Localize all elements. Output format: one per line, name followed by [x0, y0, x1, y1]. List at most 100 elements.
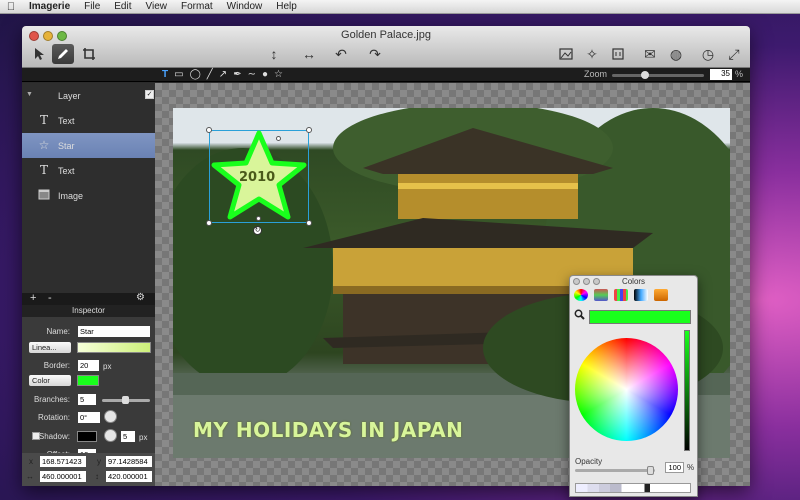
zoom-unit: % [735, 69, 744, 79]
y-label: y [97, 457, 101, 466]
resize-handle-bottom[interactable] [256, 216, 261, 221]
fill-mode-popup[interactable]: Linea... [29, 342, 71, 353]
opacity-slider-knob[interactable] [647, 466, 654, 475]
shadow-color-swatch[interactable] [77, 431, 97, 442]
brightness-slider[interactable] [684, 330, 690, 451]
remove-layer-button[interactable]: - [48, 292, 52, 304]
zoom-slider-knob[interactable] [641, 71, 650, 79]
rectangle-shape-icon[interactable]: ▭ [174, 68, 183, 82]
current-color-well[interactable] [589, 310, 691, 324]
layer-item-label: Text [58, 166, 75, 176]
layer-item-text-1[interactable]: T Text [22, 108, 155, 133]
pen-shape-icon[interactable]: ✒ [233, 68, 241, 82]
rotate-left-icon[interactable]: ↶ [330, 44, 352, 64]
arrow-shape-icon[interactable]: ↗ [219, 68, 227, 82]
menu-window[interactable]: Window [220, 1, 270, 12]
layer-options-gear-icon[interactable]: ⚙ [136, 292, 145, 303]
resize-handle-top-left[interactable] [206, 127, 212, 133]
menu-edit[interactable]: Edit [107, 1, 138, 12]
apple-menu-icon[interactable]:  [0, 1, 22, 13]
x-field[interactable]: 168.571423 [40, 456, 86, 467]
text-shape-icon[interactable]: T [162, 68, 168, 82]
ellipse-shape-icon[interactable]: ◯ [190, 68, 201, 82]
disclosure-triangle-icon[interactable]: ▼ [26, 91, 33, 98]
border-color-swatch[interactable] [77, 375, 99, 386]
shape-control-point[interactable] [276, 136, 281, 141]
text-icon: T [39, 113, 48, 127]
name-field[interactable]: Star [78, 326, 150, 337]
menu-view[interactable]: View [139, 1, 175, 12]
colors-panel: Colors Opacity 100 % [569, 275, 698, 497]
opacity-label: Opacity [575, 457, 603, 466]
zoom-slider[interactable] [612, 71, 704, 79]
layer-item-image[interactable]: Image [22, 183, 155, 208]
menu-app[interactable]: Imagerie [22, 1, 77, 12]
border-unit: px [103, 362, 112, 371]
opacity-slider[interactable] [575, 466, 655, 475]
image-palettes-tab-icon[interactable] [634, 289, 648, 301]
opacity-field[interactable]: 100 [665, 462, 684, 473]
line-shape-icon[interactable]: ╱ [207, 68, 213, 82]
fill-gradient-swatch[interactable] [77, 342, 151, 353]
rotate-handle-icon[interactable]: ↻ [253, 226, 262, 235]
zoom-input[interactable]: 35 [710, 69, 732, 80]
layer-item-label: Text [58, 116, 75, 126]
freehand-shape-icon[interactable]: ∼ [248, 68, 256, 82]
flip-vertical-icon[interactable]: ↕ [264, 44, 284, 64]
color-wheel[interactable] [575, 338, 678, 441]
layer-item-label: Image [58, 191, 84, 201]
resize-handle-bottom-right[interactable] [306, 220, 312, 226]
image-adjust-icon[interactable] [556, 44, 576, 64]
menu-file[interactable]: File [77, 1, 107, 12]
border-width-field[interactable]: 20 [78, 360, 99, 371]
y-field[interactable]: 97.1428584 [106, 456, 152, 467]
rotation-dial[interactable] [104, 410, 117, 423]
menu-format[interactable]: Format [174, 1, 220, 12]
border-color-mode-popup[interactable]: Color [29, 375, 71, 386]
magic-wand-icon[interactable]: ✧ [582, 44, 602, 64]
star-shape-icon[interactable]: ☆ [274, 68, 283, 82]
layer-visibility-checkbox[interactable]: ✓ [145, 90, 154, 99]
resize-handle-top-right[interactable] [306, 127, 312, 133]
draw-tool-pencil-icon[interactable] [52, 44, 74, 64]
branches-field[interactable]: 5 [78, 394, 96, 405]
flip-horizontal-icon[interactable]: ↔ [298, 44, 320, 64]
fullscreen-icon[interactable]: ⤢ [724, 44, 744, 64]
zoom-label: Zoom [584, 69, 608, 79]
color-sliders-tab-icon[interactable] [594, 289, 608, 301]
crayons-tab-icon[interactable] [654, 289, 668, 301]
select-tool-arrow-icon[interactable] [28, 44, 50, 64]
resize-handle-bottom-left[interactable] [206, 220, 212, 226]
shadow-angle-dial[interactable] [104, 429, 117, 442]
width-field[interactable]: 460.000001 [40, 471, 86, 482]
caption-text[interactable]: MY HOLIDAYS IN JAPAN [193, 418, 463, 442]
branches-slider-knob[interactable] [122, 396, 129, 404]
history-icon[interactable]: ◷ [698, 44, 718, 64]
color-swatches[interactable] [575, 483, 691, 493]
layer-item-star[interactable]: ☆ Star [22, 133, 155, 158]
border-label: Border: [43, 361, 70, 370]
add-layer-button[interactable]: + [30, 292, 36, 304]
height-field[interactable]: 420.000001 [106, 471, 152, 482]
crop-tool-icon[interactable] [78, 44, 100, 64]
color-wheel-tab-icon[interactable] [574, 289, 588, 301]
menubar:  Imagerie File Edit View Format Window … [0, 0, 800, 14]
blur-shape-icon[interactable]: ● [262, 68, 268, 82]
color-palettes-tab-icon[interactable] [614, 289, 628, 301]
color-mode-tabs [574, 289, 668, 301]
menu-help[interactable]: Help [269, 1, 304, 12]
name-label: Name: [46, 327, 70, 336]
layer-item-text-2[interactable]: T Text [22, 158, 155, 183]
height-label: ↕ [95, 472, 99, 481]
rotation-field[interactable]: 0° [78, 412, 100, 423]
magnifier-icon[interactable] [574, 309, 585, 323]
star-text[interactable]: 2010 [239, 170, 275, 185]
rotate-right-icon[interactable]: ↷ [364, 44, 386, 64]
shadow-blur-field[interactable]: 5 [121, 431, 135, 442]
inspector-title: Inspector [22, 305, 155, 317]
titlebar: Golden Palace.jpg ↕ ↔ ↶ ↷ ✧ ✉ ◍ ◷ ⤢ [22, 26, 750, 68]
web-globe-icon[interactable]: ◍ [666, 44, 686, 64]
resize-canvas-icon[interactable] [608, 44, 628, 64]
mail-icon[interactable]: ✉ [640, 44, 660, 64]
branches-slider[interactable] [102, 396, 150, 404]
